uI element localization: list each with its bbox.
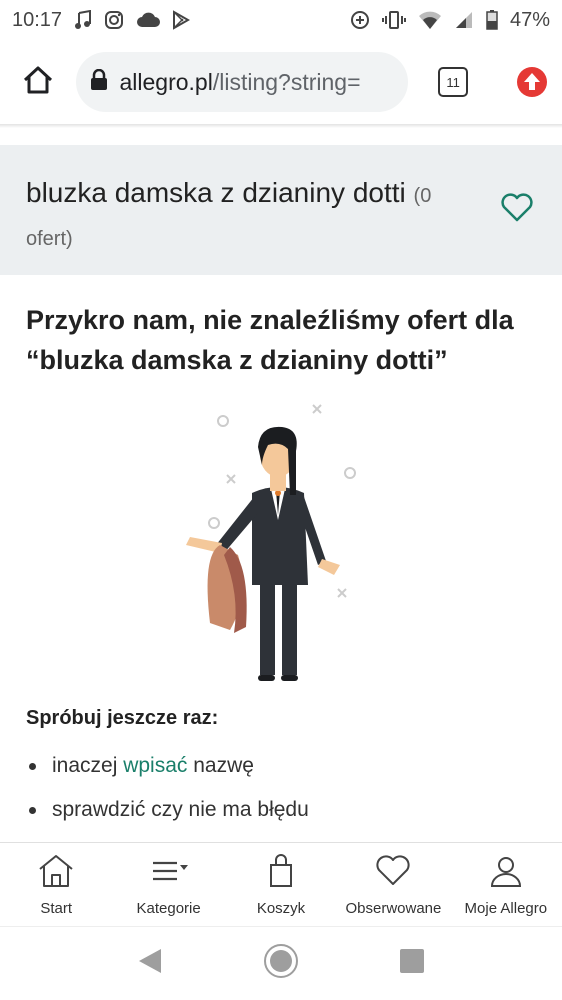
house-icon <box>37 853 75 894</box>
retype-link[interactable]: wpisać <box>123 746 187 786</box>
recents-square-icon[interactable] <box>399 948 425 979</box>
heart-icon <box>500 193 534 227</box>
signal-icon <box>454 10 474 30</box>
bottom-navigation: Start Kategorie Koszyk Obserwowane Moje … <box>0 842 562 927</box>
nav-label: Start <box>40 900 73 917</box>
status-bar: 10:17 47% <box>0 0 562 40</box>
tip-item: inaczej wpisać nazwę <box>26 744 309 788</box>
home-icon <box>22 65 54 100</box>
nav-label: Koszyk <box>256 900 306 917</box>
nav-label: Kategorie <box>136 900 201 917</box>
tab-switcher-button[interactable]: 11 <box>438 67 469 97</box>
no-results-illustration <box>150 395 410 695</box>
tips-list: inaczej wpisać nazwę sprawdzić czy nie m… <box>26 744 309 832</box>
wifi-icon <box>418 10 442 30</box>
shopping-bag-icon <box>262 853 300 894</box>
nav-item-moje-allegro[interactable]: Moje Allegro <box>450 843 562 927</box>
url-text: allegro.pl/listing?string= <box>120 69 361 96</box>
toolbar-shadow <box>0 124 562 128</box>
search-query-title: bluzka damska z dzianiny dotti (0 ofert) <box>26 173 456 259</box>
browser-toolbar: allegro.pl/listing?string= 11 <box>0 40 562 124</box>
vibrate-icon <box>381 10 406 30</box>
no-results-headline: Przykro nam, nie znaleźliśmy ofert dla “… <box>26 305 514 375</box>
instagram-icon <box>104 10 124 30</box>
nav-item-start[interactable]: Start <box>0 843 112 927</box>
back-icon[interactable] <box>137 947 163 980</box>
data-saver-icon <box>350 10 370 30</box>
nav-item-obserwowane[interactable]: Obserwowane <box>337 843 449 927</box>
nav-label: Obserwowane <box>345 900 442 917</box>
url-path: /listing?string= <box>212 68 361 95</box>
play-store-icon <box>172 10 191 30</box>
tip-text: sprawdzić czy nie ma błędu <box>52 798 309 821</box>
tip-text-before: inaczej <box>52 754 124 777</box>
nav-item-koszyk[interactable]: Koszyk <box>225 843 337 927</box>
tip-text-after: nazwę <box>187 754 254 777</box>
user-icon <box>487 853 525 894</box>
bullet <box>29 806 36 814</box>
music-note-icon <box>74 10 92 30</box>
tip-item: sprawdzić czy nie ma błędu <box>26 788 309 832</box>
update-button[interactable] <box>516 66 548 98</box>
status-time: 10:17 <box>12 8 63 31</box>
tab-count: 11 <box>446 74 460 90</box>
url-host: allegro.pl <box>119 68 213 95</box>
home-button[interactable] <box>14 58 62 106</box>
cloud-icon <box>136 11 161 29</box>
search-header: bluzka damska z dzianiny dotti (0 ofert) <box>0 145 562 275</box>
nav-label: Moje Allegro <box>464 900 548 917</box>
battery-percent: 47% <box>509 8 550 31</box>
android-navigation-bar <box>0 926 562 1000</box>
menu-list-icon <box>150 853 188 894</box>
lock-icon <box>90 68 108 96</box>
address-bar[interactable]: allegro.pl/listing?string= <box>75 52 409 112</box>
nav-item-kategorie[interactable]: Kategorie <box>112 843 224 927</box>
home-circle-icon[interactable] <box>263 943 299 984</box>
search-query: bluzka damska z dzianiny dotti <box>26 177 406 208</box>
tips-title: Spróbuj jeszcze raz: <box>26 707 219 729</box>
bullet <box>29 762 36 770</box>
battery-icon <box>486 10 498 30</box>
heart-icon <box>374 853 412 894</box>
update-arrow-icon <box>516 67 548 102</box>
save-search-button[interactable] <box>500 193 534 228</box>
